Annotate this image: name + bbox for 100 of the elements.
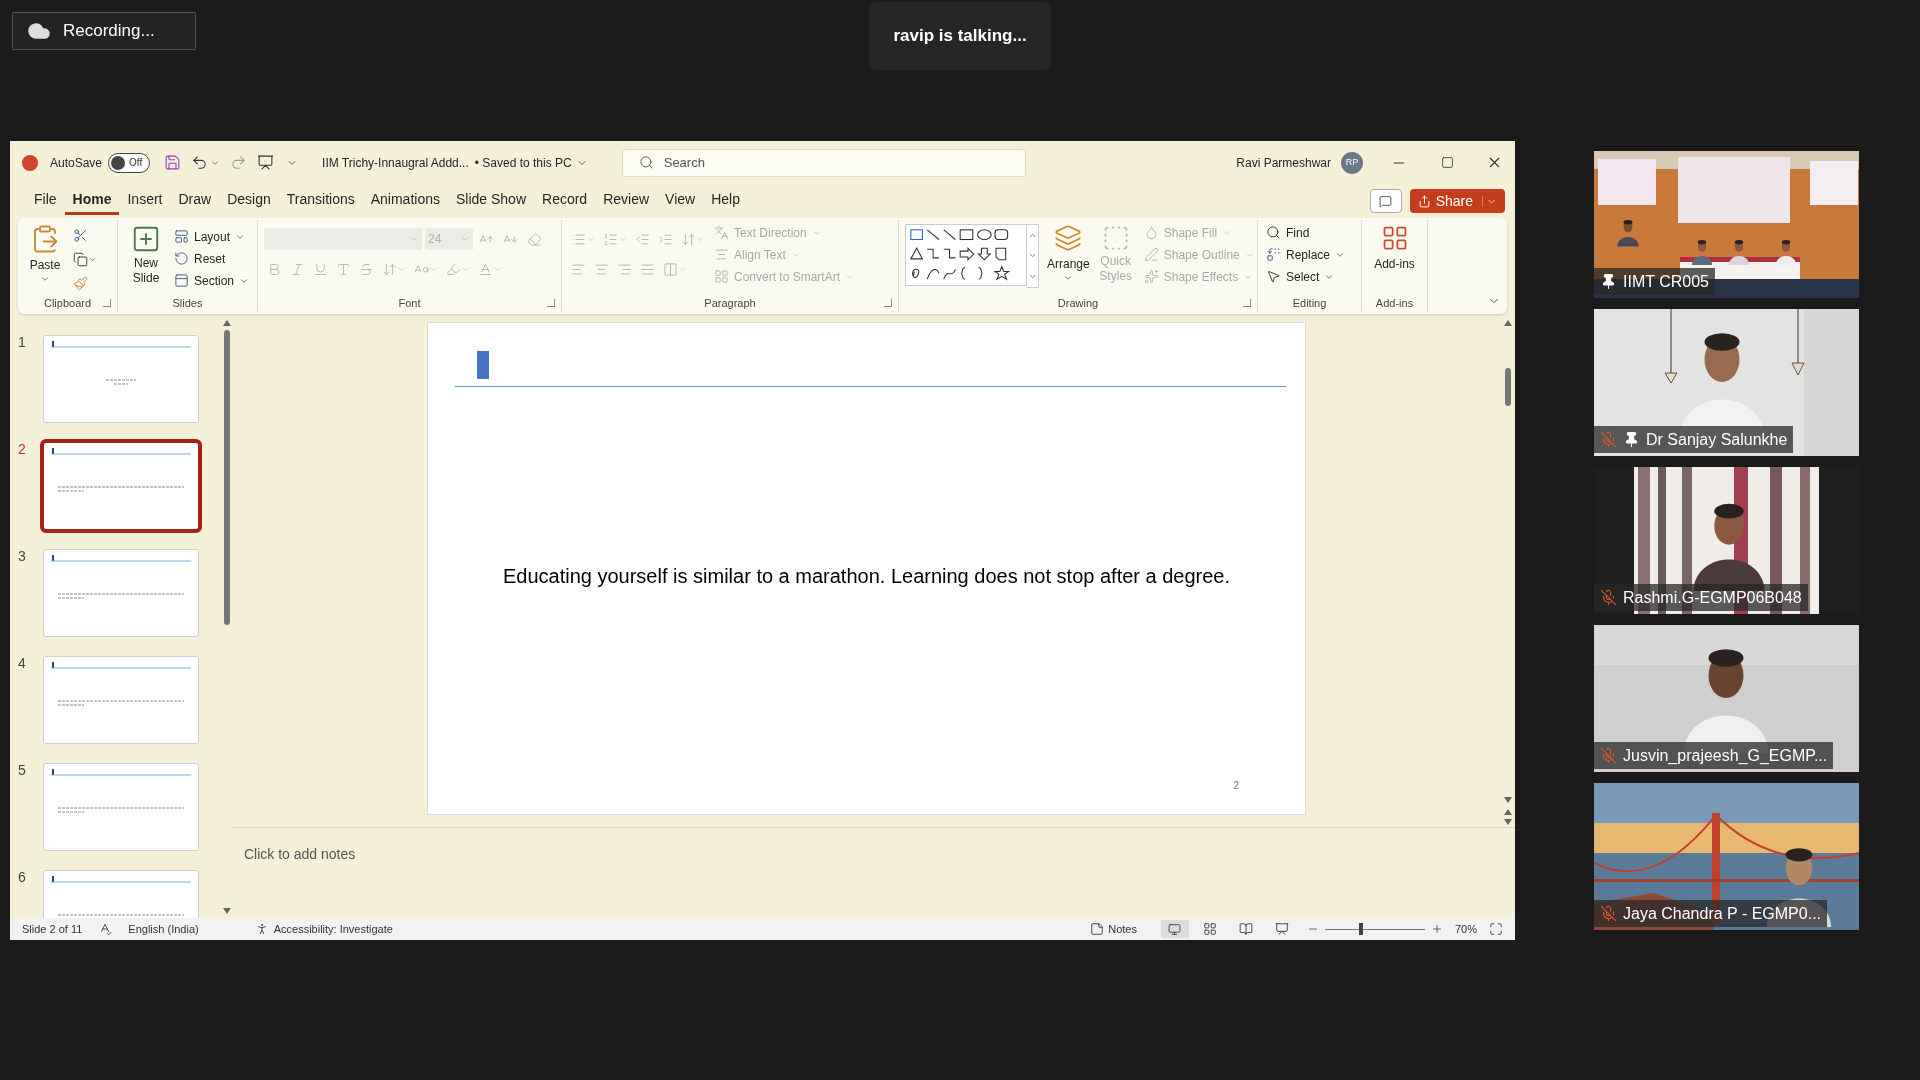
menu-tab[interactable]: Draw bbox=[170, 187, 220, 215]
replace-button[interactable]: Replace bbox=[1264, 244, 1348, 265]
caret-icon bbox=[460, 234, 470, 244]
dialog-launcher-icon[interactable] bbox=[1243, 299, 1251, 307]
accessibility-button[interactable]: Accessibility: Investigate bbox=[254, 920, 393, 938]
find-button[interactable]: Find bbox=[1264, 222, 1348, 243]
menu-tab[interactable]: File bbox=[26, 187, 65, 215]
slide-number: 4 bbox=[17, 654, 27, 673]
spell-check-icon[interactable] bbox=[98, 922, 113, 936]
page-number: 2 bbox=[1233, 779, 1239, 793]
muted-mic-icon bbox=[1600, 747, 1617, 764]
recording-indicator[interactable]: Recording... bbox=[12, 12, 196, 50]
zoom-in-icon[interactable] bbox=[1430, 923, 1443, 935]
justify-icon bbox=[640, 261, 655, 277]
save-status-button[interactable]: • Saved to this PC bbox=[474, 153, 588, 172]
autosave-label: AutoSave bbox=[50, 154, 103, 172]
layout-button[interactable]: Layout bbox=[171, 226, 251, 247]
underline-icon bbox=[313, 261, 328, 277]
slide-sorter-icon[interactable] bbox=[1202, 922, 1217, 936]
menu-tab[interactable]: View bbox=[657, 187, 704, 215]
line-spacing-icon bbox=[681, 231, 696, 247]
comments-button[interactable] bbox=[1369, 189, 1402, 213]
fit-to-window-icon[interactable] bbox=[1489, 922, 1503, 936]
new-slide-button[interactable]: New Slide bbox=[124, 224, 168, 286]
increase-indent-icon bbox=[658, 231, 673, 247]
slide-thumbnail[interactable] bbox=[40, 439, 202, 533]
notes-icon bbox=[1090, 922, 1105, 936]
presentation-icon[interactable] bbox=[257, 154, 275, 171]
bullets-icon bbox=[571, 231, 586, 247]
arrange-icon bbox=[1054, 224, 1083, 252]
section-button[interactable]: Section bbox=[171, 270, 251, 291]
slide-text: Educating yourself is similar to a marathon. Learning does not stop after a degree. bbox=[502, 563, 1231, 589]
reset-button[interactable]: Reset bbox=[171, 248, 251, 269]
group-title: Editing bbox=[1292, 295, 1327, 311]
language-status[interactable]: English (India) bbox=[128, 920, 199, 938]
notes-button[interactable]: Notes bbox=[1090, 920, 1137, 938]
copy-icon bbox=[73, 251, 88, 267]
shape-outline-icon bbox=[1143, 247, 1159, 262]
cut-icon bbox=[73, 227, 88, 243]
zoom-slider-thumb[interactable] bbox=[1358, 922, 1363, 935]
menu-tab[interactable]: Help bbox=[703, 187, 748, 215]
user-avatar[interactable]: RP bbox=[1341, 151, 1363, 174]
zoom-level[interactable]: 70% bbox=[1454, 920, 1477, 938]
undo-icon[interactable] bbox=[191, 154, 209, 171]
scrollbar[interactable] bbox=[222, 320, 232, 914]
pin-icon bbox=[1623, 431, 1640, 448]
slide-count: Slide 2 of 11 bbox=[22, 921, 83, 937]
add-ins-button[interactable]: Add-ins bbox=[1368, 224, 1421, 273]
participant-name: IIMT CR005 bbox=[1623, 271, 1709, 292]
dialog-launcher-icon[interactable] bbox=[547, 299, 555, 307]
participant-name: Jusvin_prajeesh_G_EGMP... bbox=[1623, 745, 1828, 766]
slide-number: 1 bbox=[17, 333, 27, 352]
participant-name: Dr Sanjay Salunkhe bbox=[1646, 429, 1788, 450]
user-name: Ravi Parmeshwar bbox=[1236, 154, 1331, 172]
align-left-icon bbox=[571, 261, 586, 277]
menu-tab[interactable]: Design bbox=[219, 187, 279, 215]
italic-icon bbox=[290, 261, 305, 277]
shapes-gallery[interactable] bbox=[905, 224, 1027, 286]
select-button[interactable]: Select bbox=[1264, 266, 1348, 287]
menu-tab[interactable]: Animations bbox=[362, 187, 448, 215]
reset-icon bbox=[173, 251, 189, 266]
highlight-icon bbox=[446, 261, 461, 277]
muted-mic-icon bbox=[1600, 431, 1617, 448]
shape-fill-icon bbox=[1143, 225, 1159, 240]
muted-mic-icon bbox=[1600, 589, 1617, 606]
caret-icon bbox=[1063, 273, 1074, 283]
normal-view-button[interactable] bbox=[1160, 920, 1189, 938]
menu-tab[interactable]: Review bbox=[595, 187, 658, 215]
redo-icon[interactable] bbox=[230, 154, 248, 171]
caret-icon bbox=[40, 274, 50, 284]
dialog-launcher-icon[interactable] bbox=[884, 299, 892, 307]
save-icon[interactable] bbox=[164, 154, 182, 171]
menu-tab[interactable]: Insert bbox=[119, 187, 171, 215]
autosave-toggle[interactable]: Off bbox=[108, 152, 151, 173]
slide-show-icon[interactable] bbox=[1274, 922, 1289, 936]
dialog-launcher-icon[interactable] bbox=[103, 299, 111, 307]
menu-tab[interactable]: Record bbox=[534, 187, 596, 215]
menu-tab[interactable]: Transitions bbox=[278, 187, 363, 215]
app-logo-icon bbox=[22, 154, 38, 171]
muted-mic-icon bbox=[1600, 905, 1617, 922]
new-slide-icon bbox=[131, 224, 161, 254]
title-placeholder-marker bbox=[477, 351, 489, 379]
search-field[interactable]: Search bbox=[621, 148, 1026, 177]
arrange-button[interactable]: Arrange bbox=[1047, 224, 1090, 283]
slide-number: 2 bbox=[17, 440, 27, 459]
section-icon bbox=[173, 273, 189, 288]
paste-button[interactable]: Paste bbox=[24, 224, 66, 284]
decrease-indent-icon bbox=[635, 231, 650, 247]
slide-number: 6 bbox=[17, 868, 27, 887]
clear-formatting-icon bbox=[527, 231, 542, 247]
search-icon bbox=[1266, 225, 1281, 240]
menu-tab[interactable]: Slide Show bbox=[447, 187, 534, 215]
share-button[interactable]: Share bbox=[1409, 189, 1505, 213]
align-center-icon bbox=[594, 261, 609, 277]
text-direction-icon bbox=[714, 225, 729, 240]
columns-icon bbox=[663, 261, 678, 277]
menu-tab[interactable]: Home bbox=[64, 187, 120, 215]
reading-view-icon[interactable] bbox=[1238, 922, 1253, 936]
restore-icon[interactable] bbox=[1441, 156, 1454, 169]
strikethrough-icon bbox=[359, 261, 374, 277]
